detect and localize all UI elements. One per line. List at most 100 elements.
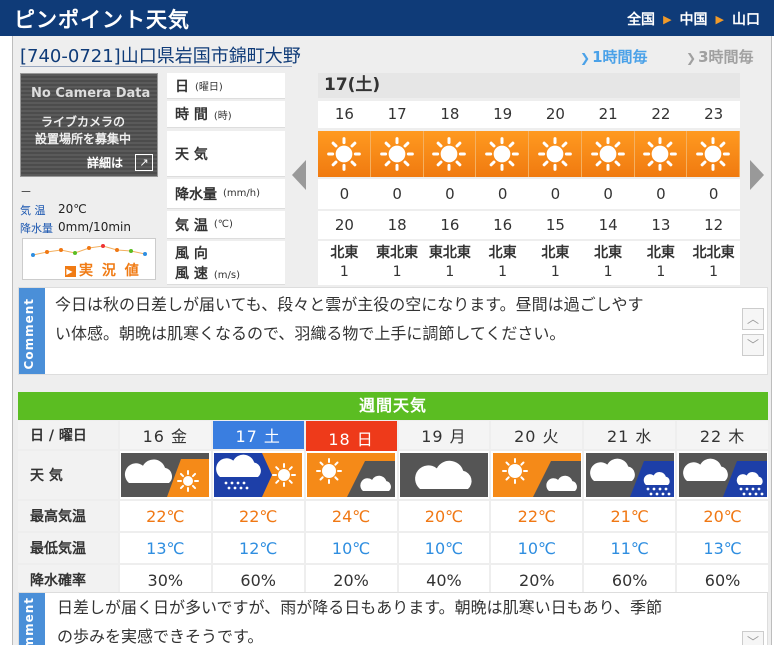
observation-button-label: ▶ 実 況 値: [65, 260, 141, 280]
label-date-text: 日: [175, 78, 189, 95]
wind-direction: 北北東: [692, 245, 735, 261]
weekly-dates-row: 日 / 曜日 16 金 17 土 18 日 19 月 20 火 21 水 22 木: [18, 421, 768, 455]
hourly-temp-cell: 15: [545, 216, 565, 234]
prev-arrow-button[interactable]: [292, 160, 306, 190]
label-rain: 降水量 (mm/h): [167, 179, 285, 209]
external-link-icon[interactable]: ↗: [135, 154, 153, 171]
sunny-icon: [318, 131, 371, 177]
hourly-hours-cell: 23: [704, 105, 724, 123]
sunny-then-cloudy-icon: [305, 451, 397, 499]
weekly-label-date: 日 / 曜日: [18, 421, 118, 449]
cloudy-then-sunny-icon: [119, 451, 211, 499]
live-camera-panel[interactable]: No Camera Data ライブカメラの 設置場所を募集中 詳細は ↗: [20, 73, 158, 177]
sunny-icon: [582, 131, 635, 177]
breadcrumb-item-yamaguchi[interactable]: 山口: [732, 9, 760, 29]
weekly-lo-cell: 12℃: [212, 533, 304, 563]
observation-panel: － 気 温 20℃ 降水量 0mm/10min: [20, 183, 158, 236]
hourly-weather-row: [318, 131, 740, 177]
next-arrow-button[interactable]: [750, 160, 764, 190]
obs-rain-label: 降水量: [20, 222, 53, 235]
weekly-hi-cell: 21℃: [584, 501, 676, 531]
mode-3h-label: 3時間毎: [698, 48, 754, 66]
play-icon: ▶: [65, 266, 76, 277]
hourly-rain-cell: 0: [497, 185, 508, 203]
wind-direction: 東北東: [376, 245, 419, 261]
cloudy-then-rain-icon: [584, 451, 676, 499]
scroll-down-button[interactable]: ﹀: [742, 631, 764, 645]
mode-1h-tab[interactable]: ❯ 1時間毎: [580, 46, 648, 67]
hourly-wind-cell: 北東 1: [582, 241, 635, 285]
mode-3h-tab[interactable]: ❯ 3時間毎: [686, 46, 754, 67]
sunny-then-cloudy-icon: [491, 451, 583, 499]
weekly-lo-row: 最低気温 13℃ 12℃ 10℃ 10℃ 10℃ 11℃ 13℃: [18, 533, 768, 563]
weekly-pop-cell: 20%: [491, 565, 583, 595]
weekly-label-weather: 天 気: [18, 451, 118, 499]
wind-direction: 東北東: [428, 245, 471, 261]
wind-speed: 1: [603, 264, 613, 280]
label-time: 時 間 (時): [167, 101, 285, 128]
hourly-temp-cell: 18: [387, 216, 407, 234]
sunny-icon: [687, 131, 740, 177]
hourly-wind-cell: 北東 1: [318, 241, 371, 285]
weekly-date-cell: 19 月: [398, 421, 490, 449]
weekly-lo-cell: 10℃: [398, 533, 490, 563]
weekly-lo-cell: 11℃: [584, 533, 676, 563]
label-time-unit: (時): [213, 110, 232, 122]
weekly-lo-cell: 10℃: [305, 533, 397, 563]
weekly-pop-cell: 20%: [305, 565, 397, 595]
wind-speed: 1: [339, 264, 349, 280]
wind-speed: 1: [550, 264, 560, 280]
hourly-wind-cell: 北北東 1: [687, 241, 740, 285]
hourly-temp-cell: 20: [334, 216, 354, 234]
scroll-down-button[interactable]: ﹀: [742, 334, 764, 356]
comment-today-line1: 今日は秋の日差しが届いても、段々と雲が主役の空になります。昼間は過ごしやす: [55, 295, 644, 314]
comment-tag: Comment: [19, 593, 45, 645]
comment-tag-text: Comment: [22, 298, 36, 370]
camera-detail-link[interactable]: 詳細は: [87, 154, 123, 171]
hourly-temp-row: 20 18 16 16 15 14 13 12: [318, 211, 740, 239]
comment-panel-today: Comment 今日は秋の日差しが届いても、段々と雲が主役の空になります。昼間は…: [18, 287, 768, 375]
obs-temp-label: 気 温: [20, 204, 46, 217]
observation-button[interactable]: ▶ 実 況 値: [22, 238, 156, 280]
weekly-date-cell: 16 金: [119, 421, 211, 449]
hourly-wind-row: 北東 1 東北東 1 東北東 1 北東 1 北東 1 北東 1 北東 1 北北東 1: [318, 241, 740, 285]
weekly-date-cell: 20 火: [491, 421, 583, 449]
hourly-rain-row: 0 0 0 0 0 0 0 0: [318, 179, 740, 209]
observation-time: －: [20, 185, 33, 199]
wind-direction: 北東: [594, 245, 623, 261]
weekly-hi-cell: 22℃: [491, 501, 583, 531]
hourly-rain-cell: 0: [656, 185, 666, 203]
label-temp-text: 気 温: [175, 217, 208, 234]
hourly-temp-cell: 13: [651, 216, 671, 234]
label-wind-speed-row: 風 速 (m/s): [175, 263, 240, 283]
weekly-hi-row: 最高気温 22℃ 22℃ 24℃ 20℃ 22℃ 21℃ 20℃: [18, 501, 768, 531]
weekly-date-cell: 21 水: [584, 421, 676, 449]
label-wind-dir: 風 向: [175, 245, 208, 262]
hourly-wind-cell: 東北東 1: [424, 241, 477, 285]
comment-tag-text: Comment: [22, 597, 36, 645]
label-wind-unit: (m/s): [213, 269, 240, 281]
double-chevron-icon: ❯: [686, 51, 697, 65]
breadcrumb: 全国 ▶ 中国 ▶ 山口: [627, 9, 760, 29]
breadcrumb-item-chugoku[interactable]: 中国: [680, 9, 708, 29]
weekly-pop-cell: 60%: [584, 565, 676, 595]
breadcrumb-item-japan[interactable]: 全国: [627, 9, 655, 29]
scroll-up-button[interactable]: ︿: [742, 308, 764, 330]
label-wind-speed: 風 速: [175, 265, 208, 282]
obs-rain-value: 0mm/10min: [58, 220, 131, 234]
wind-direction: 北東: [330, 245, 359, 261]
hourly-temp-cell: 16: [440, 216, 460, 234]
weekly-lo-cell: 13℃: [677, 533, 768, 563]
page-title: ピンポイント天気: [14, 8, 190, 32]
label-time-text: 時 間: [175, 107, 208, 123]
weekly-hi-cell: 22℃: [119, 501, 211, 531]
sunny-icon: [529, 131, 582, 177]
weekly-hi-cell: 20℃: [398, 501, 490, 531]
camera-recruit-text: ライブカメラの 設置場所を募集中: [35, 114, 131, 148]
comment-tag: Comment: [19, 288, 45, 374]
comment-text-today: 今日は秋の日差しが届いても、段々と雲が主役の空になります。昼間は過ごしやす い体…: [55, 290, 731, 348]
weekly-lo-cell: 10℃: [491, 533, 583, 563]
hourly-rain-cell: 0: [392, 185, 402, 203]
wind-direction: 北東: [488, 245, 517, 261]
hourly-hours-cell: 19: [493, 105, 513, 123]
